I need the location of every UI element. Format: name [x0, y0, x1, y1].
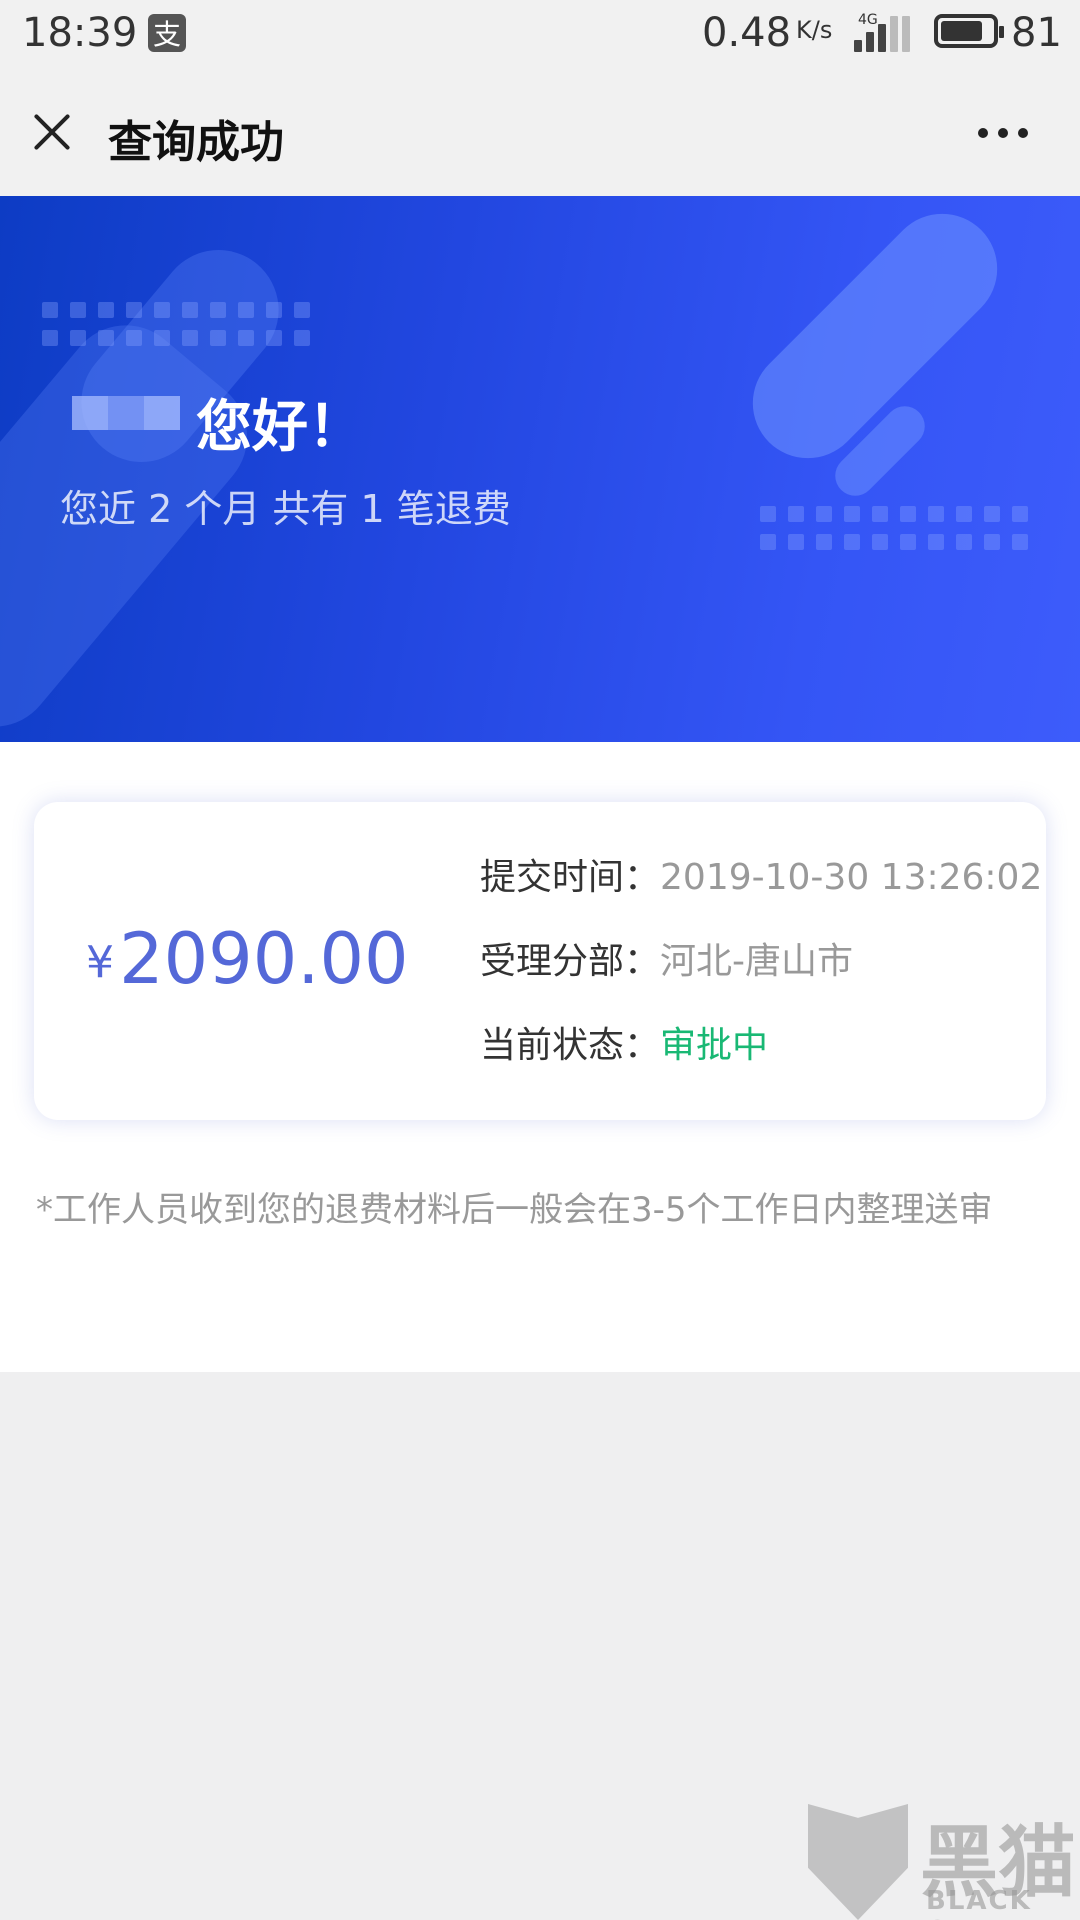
banner-dot-grid [760, 506, 1028, 550]
battery-icon [934, 14, 1004, 48]
network-speed-unit: K/s [796, 16, 833, 44]
row-label: 受理分部： [480, 941, 661, 982]
row-label: 当前状态： [480, 1025, 661, 1066]
close-icon[interactable] [30, 110, 74, 154]
black-cat-watermark: 黑猫 BLACK CAT [808, 1804, 1080, 1920]
page-title: 查询成功 [108, 117, 284, 168]
cat-shield-icon [808, 1804, 908, 1920]
processing-note: *工作人员收到您的退费材料后一般会在3-5个工作日内整理送审 [36, 1190, 993, 1230]
refund-card[interactable]: ¥ 2090.00 提交时间：2019-10-30 13:26:02 受理分部：… [34, 802, 1046, 1120]
greeting-text: 您好！ [196, 395, 364, 460]
watermark-en: BLACK CAT [926, 1886, 1032, 1920]
refund-summary: 您近 2 个月 共有 1 笔退费 [60, 487, 511, 531]
content-area: ¥ 2090.00 提交时间：2019-10-30 13:26:02 受理分部：… [0, 742, 1080, 1372]
row-value: 2019-10-30 13:26:02 [660, 857, 1043, 898]
currency-symbol: ¥ [86, 937, 114, 988]
battery-percent: 81 [1011, 10, 1062, 56]
title-bar: 查询成功 [0, 66, 1080, 196]
row-value: 河北-唐山市 [660, 941, 854, 982]
status-value: 审批中 [660, 1025, 769, 1066]
status-time: 18:39 [22, 10, 138, 56]
banner-dot-grid [42, 302, 310, 346]
amount-value: 2090.00 [119, 918, 409, 1000]
network-speed: 0.48 [702, 10, 792, 56]
redacted-user-name [72, 396, 180, 430]
branch-row: 受理分部：河北-唐山市 [480, 932, 853, 984]
hero-banner: 您好！ 您近 2 个月 共有 1 笔退费 [0, 196, 1080, 742]
more-icon[interactable] [976, 126, 1032, 140]
battery-fill [941, 21, 982, 41]
status-bar: 18:39 支 0.48 K/s 4G 81 [0, 0, 1080, 66]
network-type: 4G [858, 12, 878, 28]
screen: 18:39 支 0.48 K/s 4G 81 查询成功 您好！ 您近 2 个月 … [0, 0, 1080, 1920]
alipay-notification-icon: 支 [148, 14, 186, 52]
refund-amount: ¥ 2090.00 [86, 918, 409, 1000]
row-label: 提交时间： [480, 857, 661, 898]
submit-time-row: 提交时间：2019-10-30 13:26:02 [480, 848, 1042, 900]
status-row: 当前状态：审批中 [480, 1016, 768, 1068]
